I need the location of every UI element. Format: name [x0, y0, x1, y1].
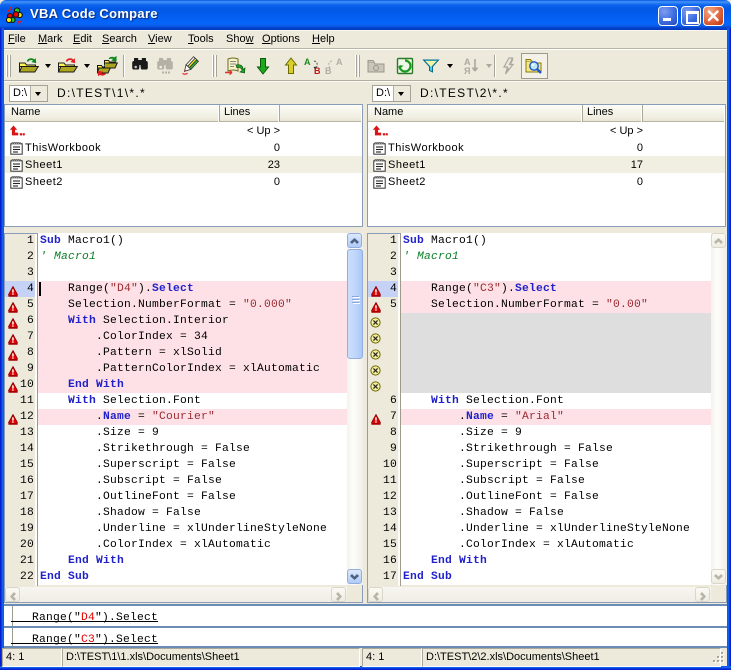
svg-text:A: A	[304, 57, 311, 67]
svg-text:Я: Я	[464, 66, 470, 76]
svg-text:A: A	[336, 57, 343, 67]
svg-text:B: B	[325, 66, 332, 76]
